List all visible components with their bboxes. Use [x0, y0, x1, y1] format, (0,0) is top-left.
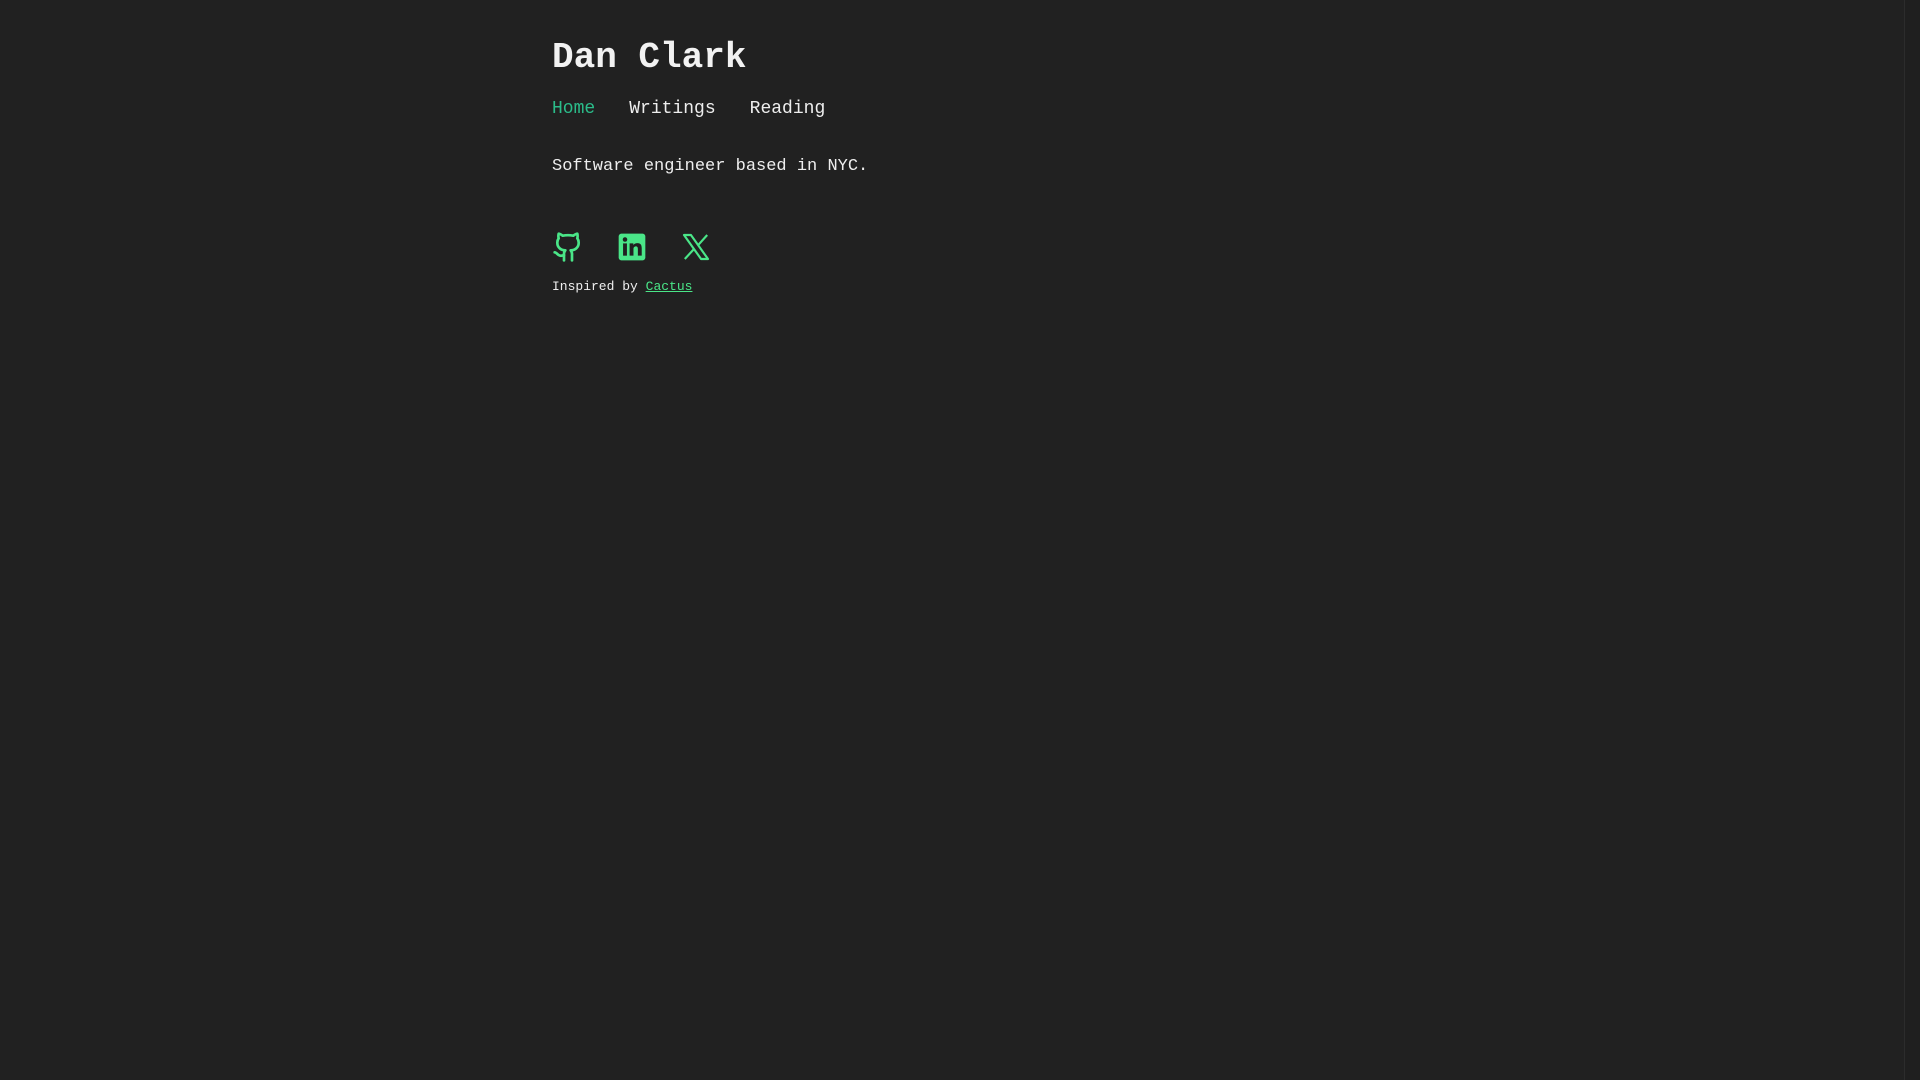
nav-item-reading[interactable]: Reading	[750, 98, 826, 120]
github-icon	[552, 231, 584, 263]
github-link[interactable]	[552, 231, 584, 263]
linkedin-icon	[616, 231, 648, 263]
footer-credit: Inspired by Cactus	[552, 279, 692, 295]
page-scrollbar[interactable]	[1904, 0, 1920, 1080]
main-nav: Home Writings Reading	[552, 98, 859, 120]
credit-prefix: Inspired by	[552, 279, 638, 294]
intro-text: Software engineer based in NYC.	[552, 157, 869, 176]
social-links	[552, 231, 744, 263]
x-icon	[680, 231, 712, 263]
site-title: Dan Clark	[552, 37, 747, 78]
x-link[interactable]	[680, 231, 712, 263]
cactus-link[interactable]: Cactus	[646, 279, 693, 294]
linkedin-link[interactable]	[616, 231, 648, 263]
nav-item-writings[interactable]: Writings	[629, 98, 715, 120]
nav-item-home[interactable]: Home	[552, 98, 595, 120]
